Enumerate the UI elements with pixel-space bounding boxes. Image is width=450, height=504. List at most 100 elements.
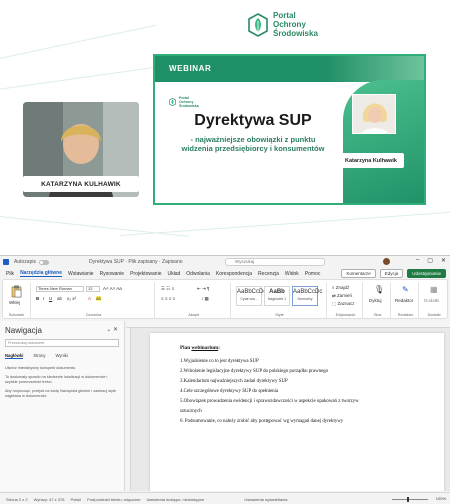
zoom-level[interactable]: 100% <box>436 496 446 501</box>
navigation-pane: Nawigacja ⌄ ✕ Przeszukaj dokument Nagłów… <box>0 321 125 491</box>
editor-icon[interactable]: ✎ <box>402 285 409 294</box>
tab-projektowanie[interactable]: Projektowanie <box>130 271 161 277</box>
word-count[interactable]: Wyrazy: 47 z 378 <box>34 497 65 502</box>
search-input[interactable]: Wyszukaj <box>225 258 325 266</box>
slide-subtitle: - najważniejsze obowiązki z punktu widze… <box>163 135 343 153</box>
document-title: Dyrektywa SUP · Plik zapisany · Zapisano <box>88 259 183 265</box>
decor-line <box>0 215 189 237</box>
accessibility-status[interactable]: Ułatwienia dostępu: niedostępne <box>147 497 205 502</box>
addins-button[interactable]: Dodatki <box>424 298 439 303</box>
plan-heading: Plan webinarium: <box>180 345 220 351</box>
group-label: Czcionka <box>85 313 102 317</box>
zoom-slider-thumb[interactable] <box>407 497 409 502</box>
voice-group: 🎙 Dyktuj Głos <box>365 282 391 318</box>
tab-rysowanie[interactable]: Rysowanie <box>100 271 124 277</box>
tab-odwolania[interactable]: Odwołania <box>186 271 210 277</box>
style-normal[interactable]: AaBbCcDc Normalny <box>292 286 323 306</box>
find-button[interactable]: ⌕ Znajdź <box>332 285 349 290</box>
nav-tab-pages[interactable]: Strony <box>33 353 45 359</box>
indent-button[interactable]: ⇤ ⇥ ¶ <box>197 286 209 292</box>
user-avatar[interactable] <box>383 258 390 265</box>
tab-narzedzia-glowne[interactable]: Narzędzia główne <box>20 270 63 277</box>
select-label: Zaznacz <box>337 301 355 306</box>
vertical-ruler <box>126 328 131 491</box>
word-window: Autozapis Dyrektywa SUP · Plik zapisany … <box>0 255 450 504</box>
style-sample: AaBbCcDc <box>293 289 323 295</box>
navigation-title: Nawigacja <box>5 326 42 335</box>
style-quote[interactable]: AaBbCcDc Cytat wia... <box>236 286 266 306</box>
document-page[interactable]: Plan webinarium: 1.Wyjaśnienie co to jes… <box>150 333 444 491</box>
strikethrough-button[interactable]: ab <box>57 296 62 301</box>
webinar-slide: WEBINAR Portal Ochrony Środowiska Dyrekt… <box>153 54 426 205</box>
ribbon: Wklej Schowek Times New Roman 12 A˄ A˅ A… <box>2 279 448 319</box>
horizontal-ruler <box>126 321 450 328</box>
list-item: sztucznych <box>180 409 202 414</box>
bullets-button[interactable]: ☰ ☷ ≡ <box>161 286 174 292</box>
close-icon[interactable]: ✕ <box>441 257 446 264</box>
webcam-name-label: KATARZYNA KULHAWIK <box>23 176 139 192</box>
close-icon[interactable]: ⌄ ✕ <box>106 326 118 333</box>
tab-pomoc[interactable]: Pomoc <box>305 271 321 277</box>
nav-tab-results[interactable]: Wyniki <box>56 353 68 359</box>
line-spacing-button[interactable]: ↕ ▦ <box>201 296 209 302</box>
navigation-search-input[interactable]: Przeszukaj dokument <box>5 339 119 347</box>
speaker-portrait-icon <box>353 95 395 133</box>
styles-group: AaBbCcDc Cytat wia... AaBb Nagłówek 1 Aa… <box>233 282 327 318</box>
font-size-select[interactable]: 12 <box>86 286 100 292</box>
status-bar: Strona 2 z 2 Wyrazy: 47 z 378 Polski Pod… <box>0 492 450 504</box>
tab-uklad[interactable]: Układ <box>167 271 180 277</box>
heading-underlined: webinarium <box>191 345 219 351</box>
addins-icon[interactable]: ▦ <box>430 285 438 294</box>
display-settings[interactable]: Ustawienia wyświetlania <box>244 497 287 502</box>
title-bar: Autozapis Dyrektywa SUP · Plik zapisany … <box>0 256 450 268</box>
maximize-icon[interactable]: ▢ <box>427 257 433 264</box>
dictate-button[interactable]: Dyktuj <box>369 298 382 303</box>
microphone-icon[interactable]: 🎙 <box>374 285 384 294</box>
style-heading-1[interactable]: AaBb Nagłówek 1 <box>264 286 290 306</box>
slide-title: Dyrektywa SUP <box>194 112 312 129</box>
grow-font-button[interactable]: A˄ A˅ Aa <box>103 286 122 291</box>
subscript-button[interactable]: x₂ x² <box>67 296 76 301</box>
italic-button[interactable]: I <box>43 296 44 301</box>
text-predictions[interactable]: Podpowiedzi tekstu: włączone <box>87 497 140 502</box>
group-label: Dodatki <box>427 313 441 317</box>
paste-icon[interactable] <box>11 285 22 298</box>
comments-button[interactable]: Komentarze <box>341 269 376 278</box>
select-button[interactable]: ⬚ Zaznacz <box>332 301 355 307</box>
replace-button[interactable]: ⇄ Zamień <box>332 293 352 299</box>
window-controls: – ▢ ✕ <box>416 257 446 264</box>
leaf-logo-icon <box>248 12 268 37</box>
editor-button[interactable]: Redaktor <box>395 298 413 303</box>
document-area: Plan webinarium: 1.Wyjaśnienie co to jes… <box>126 321 450 491</box>
zoom-slider[interactable] <box>392 499 428 500</box>
heading-prefix: Plan <box>180 345 192 351</box>
list-item: 4.Cele szczegółowe dyrektywy SUP do speł… <box>180 389 279 394</box>
tab-plik[interactable]: Plik <box>6 271 14 277</box>
editor-group: ✎ Redaktor Redaktor <box>393 282 419 318</box>
decor-line <box>119 211 450 236</box>
bold-button[interactable]: B <box>36 296 39 301</box>
underline-button[interactable]: U <box>49 296 52 301</box>
group-label: Redaktor <box>397 313 414 317</box>
paste-button[interactable]: Wklej <box>9 300 20 305</box>
font-name-select[interactable]: Times New Roman <box>36 286 84 292</box>
share-button[interactable]: Udostępnianie <box>407 269 446 278</box>
nav-tab-headings[interactable]: Nagłówki <box>5 353 24 359</box>
font-color-button[interactable]: A <box>88 296 91 301</box>
word-app-icon <box>3 259 9 265</box>
tab-recenzja[interactable]: Recenzja <box>258 271 279 277</box>
tab-wstawianie[interactable]: Wstawianie <box>68 271 94 277</box>
editing-mode-button[interactable]: Edycja <box>379 269 404 278</box>
editing-group: ⌕ Znajdź ⇄ Zamień ⬚ Zaznacz Edytowanie <box>329 282 363 318</box>
align-buttons[interactable]: ≡ ≡ ≡ ≡ <box>161 296 175 301</box>
highlight-button[interactable]: ab <box>96 296 102 301</box>
list-item: 3.Kalendarium najważniejszych zadań dyre… <box>180 379 288 384</box>
language-indicator[interactable]: Polski <box>70 497 81 502</box>
autosave-toggle[interactable] <box>38 259 49 265</box>
page-count[interactable]: Strona 2 z 2 <box>6 497 28 502</box>
style-name: Normalny <box>297 297 313 301</box>
decor-line <box>0 66 159 91</box>
minimize-icon[interactable]: – <box>416 257 419 264</box>
tab-widok[interactable]: Widok <box>285 271 299 277</box>
tab-korespondencja[interactable]: Korespondencja <box>216 271 252 277</box>
